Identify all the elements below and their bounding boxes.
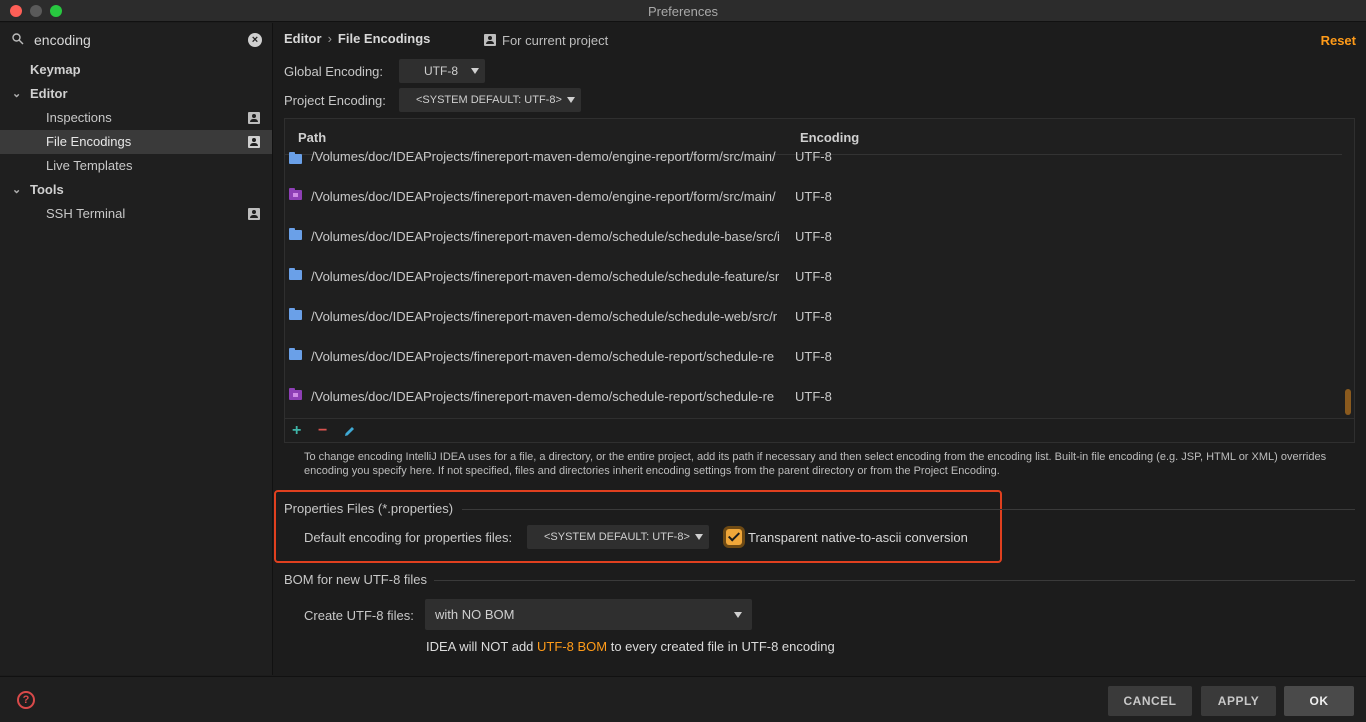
chevron-down-icon[interactable]: ⌄: [12, 178, 21, 202]
bom-note: IDEA will NOT add UTF-8 BOM to every cre…: [426, 639, 835, 654]
help-button[interactable]: ?: [17, 691, 35, 709]
utf8-bom-link[interactable]: UTF-8 BOM: [537, 639, 607, 654]
dialog-footer: ? CANCEL APPLY OK: [0, 676, 1366, 722]
file-encodings-panel: Editor › File Encodings For current projec…: [274, 23, 1366, 675]
dropdown-arrow-icon: [567, 97, 575, 103]
folder-icon: [289, 308, 302, 320]
edit-pencil-icon[interactable]: [343, 425, 356, 438]
settings-search: ×: [6, 28, 268, 52]
create-utf8-label: Create UTF-8 files:: [304, 608, 414, 623]
table-toolbar: + −: [285, 418, 1354, 442]
folder-icon: [289, 348, 302, 360]
module-folder-icon: [289, 188, 302, 200]
encoding-help-text: To change encoding IntelliJ IDEA uses fo…: [304, 451, 1327, 477]
sidebar-item-inspections[interactable]: Inspections: [0, 106, 272, 130]
project-scope-icon: [248, 136, 260, 148]
properties-encoding-select[interactable]: <SYSTEM DEFAULT: UTF-8>: [527, 525, 709, 549]
add-path-button[interactable]: +: [292, 422, 301, 440]
sidebar-item-live-templates[interactable]: Live Templates: [0, 154, 272, 178]
breadcrumb: Editor › File Encodings: [284, 31, 431, 46]
sidebar-item-keymap[interactable]: Keymap: [0, 58, 272, 82]
apply-button[interactable]: APPLY: [1201, 686, 1276, 716]
dropdown-arrow-icon: [734, 612, 742, 618]
search-input[interactable]: [6, 28, 268, 52]
table-row[interactable]: /Volumes/doc/IDEAProjects/finereport-mav…: [285, 338, 1342, 378]
sidebar-item-editor[interactable]: ⌄ Editor: [0, 82, 272, 106]
title-bar: Preferences: [0, 0, 1366, 22]
dropdown-arrow-icon: [471, 68, 479, 74]
table-row[interactable]: /Volumes/doc/IDEAProjects/finereport-mav…: [285, 218, 1342, 258]
reset-link[interactable]: Reset: [1321, 33, 1356, 48]
chevron-down-icon[interactable]: ⌄: [12, 82, 21, 106]
dropdown-arrow-icon: [695, 534, 703, 540]
sidebar-item-tools[interactable]: ⌄ Tools: [0, 178, 272, 202]
global-encoding-label: Global Encoding:: [284, 64, 384, 79]
bom-section-title: BOM for new UTF-8 files: [284, 572, 428, 587]
folder-icon: [289, 152, 302, 164]
project-encoding-select[interactable]: <SYSTEM DEFAULT: UTF-8>: [399, 88, 581, 112]
table-row[interactable]: /Volumes/doc/IDEAProjects/finereport-mav…: [285, 298, 1342, 338]
project-scope-icon: [248, 112, 260, 124]
folder-icon: [289, 268, 302, 280]
table-row[interactable]: /Volumes/doc/IDEAProjects/finereport-mav…: [285, 138, 1342, 178]
for-current-project: For current project: [484, 33, 608, 48]
folder-icon: [289, 228, 302, 240]
table-scrollbar[interactable]: [1345, 389, 1351, 415]
project-encoding-label: Project Encoding:: [284, 93, 386, 108]
transparent-conversion-checkbox[interactable]: [726, 529, 742, 545]
properties-section-title: Properties Files (*.properties): [284, 501, 454, 516]
settings-sidebar: × Keymap ⌄ Editor Inspections File Encod…: [0, 23, 273, 675]
table-row[interactable]: /Volumes/doc/IDEAProjects/finereport-mav…: [285, 378, 1342, 418]
properties-encoding-label: Default encoding for properties files:: [304, 530, 513, 545]
sidebar-item-ssh-terminal[interactable]: SSH Terminal: [0, 202, 272, 226]
transparent-conversion-label[interactable]: Transparent native-to-ascii conversion: [748, 530, 968, 545]
remove-path-button[interactable]: −: [318, 422, 327, 440]
path-encoding-table[interactable]: Path Encoding /Volumes/doc/IDEAProjects/…: [284, 118, 1355, 443]
table-row[interactable]: /Volumes/doc/IDEAProjects/finereport-mav…: [285, 258, 1342, 298]
breadcrumb-editor[interactable]: Editor: [284, 31, 322, 46]
project-scope-icon: [484, 34, 496, 46]
global-encoding-select[interactable]: UTF-8: [399, 59, 485, 83]
module-folder-icon: [289, 388, 302, 400]
sidebar-item-file-encodings[interactable]: File Encodings: [0, 130, 272, 154]
window-title: Preferences: [647, 4, 719, 19]
table-row[interactable]: /Volumes/doc/IDEAProjects/finereport-mav…: [285, 178, 1342, 218]
project-scope-icon: [248, 208, 260, 220]
cancel-button[interactable]: CANCEL: [1108, 686, 1192, 716]
clear-search-icon[interactable]: ×: [248, 33, 262, 47]
bom-select[interactable]: with NO BOM: [425, 599, 752, 630]
ok-button[interactable]: OK: [1284, 686, 1354, 716]
breadcrumb-file-encodings: File Encodings: [337, 31, 431, 46]
